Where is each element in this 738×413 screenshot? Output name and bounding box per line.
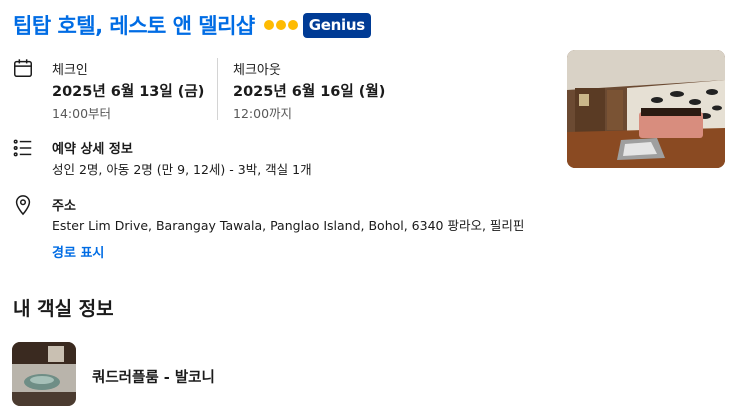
checkin-date: 2025년 6월 13일 (금) (52, 84, 205, 100)
genius-dot (263, 20, 274, 30)
checkout-label: 체크아웃 (233, 63, 281, 78)
list-icon (12, 137, 34, 159)
rooms-section-title: 내 객실 정보 (13, 298, 114, 320)
checkout-date: 2025년 6월 16일 (월) (233, 84, 386, 100)
hotel-name[interactable]: 팁탑 호텔, 레스토 앤 델리샵 (13, 10, 255, 40)
genius-level-dots (263, 20, 298, 30)
genius-badge: Genius (302, 12, 371, 38)
location-pin-icon (12, 194, 34, 216)
hotel-header: 팁탑 호텔, 레스토 앤 델리샵 Genius (13, 10, 371, 40)
directions-link[interactable]: 경로 표시 (52, 242, 104, 261)
checkin-checkout-divider (217, 58, 218, 120)
hotel-room-photo[interactable] (567, 50, 725, 168)
room-name[interactable]: 쿼드러플룸 - 발코니 (92, 366, 215, 387)
booking-details-heading: 예약 상세 정보 (52, 142, 133, 157)
booking-details-summary: 성인 2명, 아동 2명 (만 9, 12세) - 3박, 객실 1개 (52, 162, 312, 177)
genius-dot (275, 20, 286, 30)
address-heading: 주소 (52, 199, 76, 214)
genius-dot (287, 20, 298, 30)
checkout-time: 12:00까지 (233, 106, 293, 121)
calendar-icon (12, 57, 34, 79)
checkin-label: 체크인 (52, 63, 88, 78)
room-thumbnail[interactable] (12, 342, 76, 406)
checkin-time: 14:00부터 (52, 106, 112, 121)
address-value: Ester Lim Drive, Barangay Tawala, Pangla… (52, 218, 525, 233)
